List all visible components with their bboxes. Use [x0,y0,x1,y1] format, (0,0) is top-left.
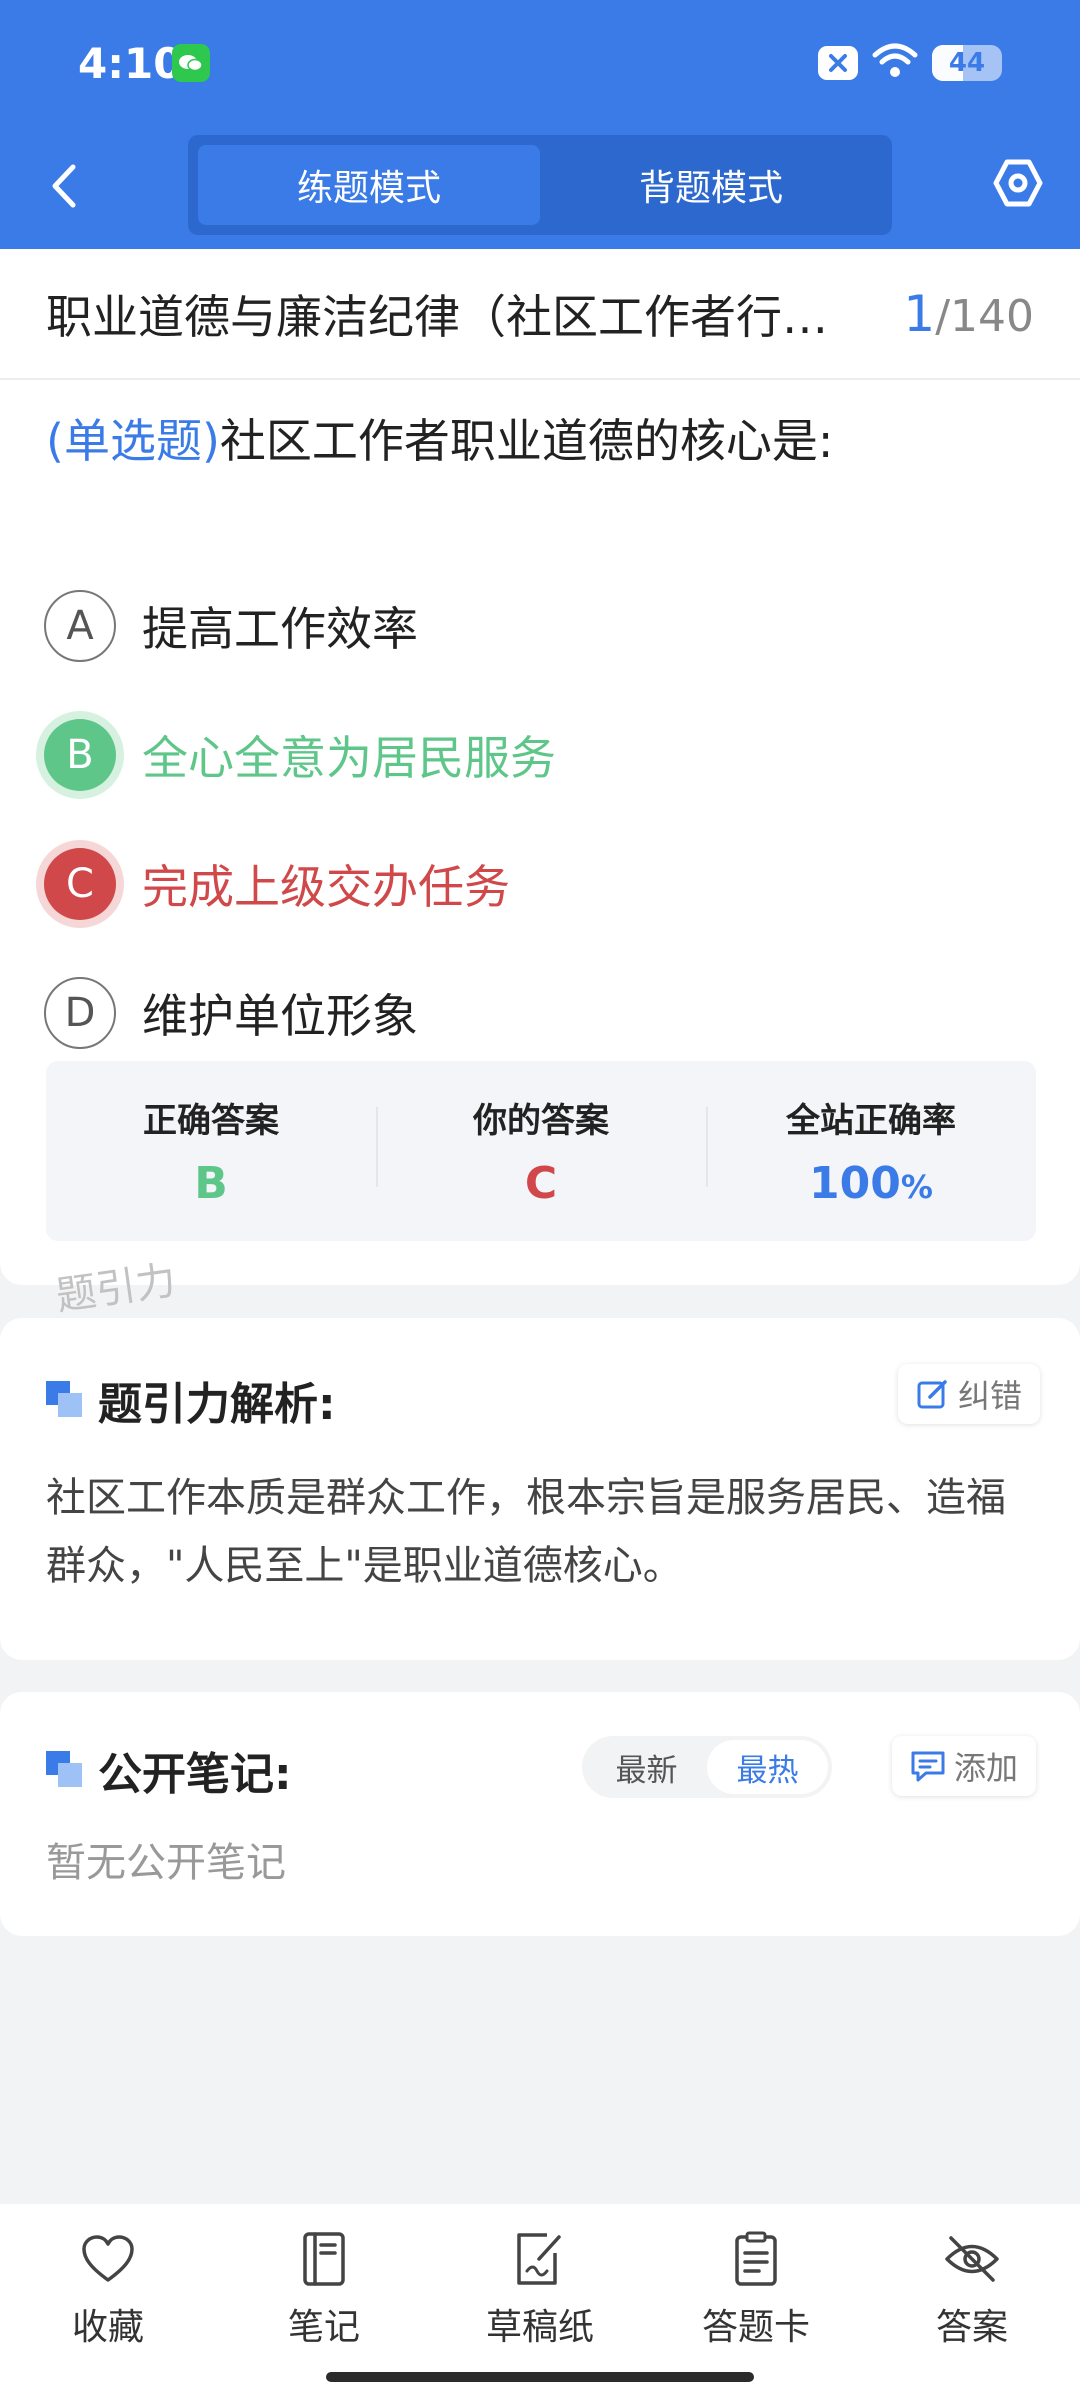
status-time: 4:10 [78,39,183,88]
battery-level: 44 [948,48,986,78]
notification-x-icon [818,46,858,80]
public-notes-card: 公开笔记: 最新 最热 添加 暂无公开笔记 [0,1692,1080,1936]
chapter-title: 职业道德与廉洁纪律（社区工作者行… [46,289,828,344]
option-letter: D [44,977,116,1049]
answer-card-icon [727,2230,785,2288]
stat-label: 全站正确率 [786,1101,956,1141]
analysis-heading: 题引力解析: [46,1368,336,1432]
wifi-icon [872,43,918,83]
current-question-number: 1 [903,284,936,343]
report-error-button[interactable]: 纠错 [898,1364,1041,1424]
question-card: 职业道德与廉洁纪律（社区工作者行… 1/140 (单选题)社区工作者职业道德的核… [0,249,1080,1285]
sort-newest[interactable]: 最新 [586,1740,707,1794]
analysis-title: 题引力解析: [98,1379,336,1430]
stat-your-answer: 你的答案 C [376,1093,706,1209]
stat-value: 100% [706,1158,1036,1209]
notes-sort-toggle: 最新 最热 [582,1736,832,1798]
option-letter: C [44,848,116,920]
add-note-label: 添加 [954,1749,1019,1787]
option-text: 全心全意为居民服务 [142,731,556,785]
mode-toggle: 练题模式 背题模式 [188,135,892,235]
notebook-icon [295,2230,353,2288]
settings-hexagon-icon [993,159,1043,207]
nav-label: 答案 [935,2307,1008,2348]
option-letter: A [44,590,116,662]
nav-favorite[interactable]: 收藏 [0,2230,216,2400]
accuracy-unit: % [900,1168,933,1206]
eye-off-icon [943,2230,1001,2288]
accuracy-number: 100 [809,1158,901,1209]
home-indicator [326,2372,754,2382]
add-note-button[interactable]: 添加 [892,1736,1037,1796]
stat-label: 正确答案 [143,1101,279,1141]
tab-memorize-mode[interactable]: 背题模式 [540,145,882,225]
question-text: 社区工作者职业道德的核心是: [219,414,834,468]
notes-heading: 公开笔记: [46,1738,292,1802]
bottom-toolbar: 收藏 笔记 草稿纸 答题卡 答案 [0,2204,1080,2400]
option-c[interactable]: C 完成上级交办任务 [44,846,1034,922]
analysis-card: 题引力解析: 纠错 社区工作本质是群众工作，根本宗旨是服务居民、造福群众，"人民… [0,1318,1080,1660]
edit-icon [917,1380,947,1409]
settings-button[interactable] [990,155,1046,211]
option-text: 完成上级交办任务 [142,860,510,914]
stat-value: C [524,1158,558,1209]
option-d[interactable]: D 维护单位形象 [44,975,1034,1051]
nav-label: 笔记 [287,2307,360,2348]
answer-stats: 正确答案 B 你的答案 C 全站正确率 100% [46,1061,1036,1241]
option-letter: B [44,719,116,791]
stat-correct-answer: 正确答案 B [46,1093,376,1209]
heart-icon [79,2230,137,2288]
draft-paper-icon [511,2230,569,2288]
comment-icon [911,1751,945,1782]
stat-site-accuracy: 全站正确率 100% [706,1093,1036,1209]
question-counter[interactable]: 1/140 [903,285,1034,343]
question-header: 职业道德与廉洁纪律（社区工作者行… 1/140 [0,249,1080,380]
top-header: 4:10 44 练题模式 背题模式 [0,0,1080,249]
status-icons: 44 [818,40,1002,86]
nav-answer-toggle[interactable]: 答案 [864,2230,1080,2400]
option-text: 提高工作效率 [142,602,418,656]
nav-label: 答题卡 [701,2307,810,2348]
notes-title: 公开笔记: [98,1749,292,1800]
option-text: 维护单位形象 [142,989,418,1043]
option-a[interactable]: A 提高工作效率 [44,588,1034,664]
tab-practice-mode[interactable]: 练题模式 [198,145,540,225]
wechat-notification-icon [172,44,210,82]
notes-empty-text: 暂无公开笔记 [46,1840,286,1886]
report-error-label: 纠错 [958,1377,1023,1415]
option-b[interactable]: B 全心全意为居民服务 [44,717,1034,793]
section-squares-icon [46,1381,84,1419]
nav-label: 收藏 [71,2307,144,2348]
nav-label: 草稿纸 [485,2307,594,2348]
analysis-text: 社区工作本质是群众工作，根本宗旨是服务居民、造福群众，"人民至上"是职业道德核心… [46,1475,1006,1589]
total-questions: /140 [935,290,1034,342]
chevron-left-icon [52,164,76,208]
stat-value: B [194,1158,228,1209]
back-button[interactable] [40,150,88,222]
section-squares-icon [46,1751,84,1789]
stat-label: 你的答案 [473,1101,609,1141]
battery-indicator: 44 [932,45,1002,81]
question-type: (单选题) [46,414,220,468]
sort-hottest[interactable]: 最热 [707,1740,828,1794]
question-stem: (单选题)社区工作者职业道德的核心是: [46,409,1036,473]
